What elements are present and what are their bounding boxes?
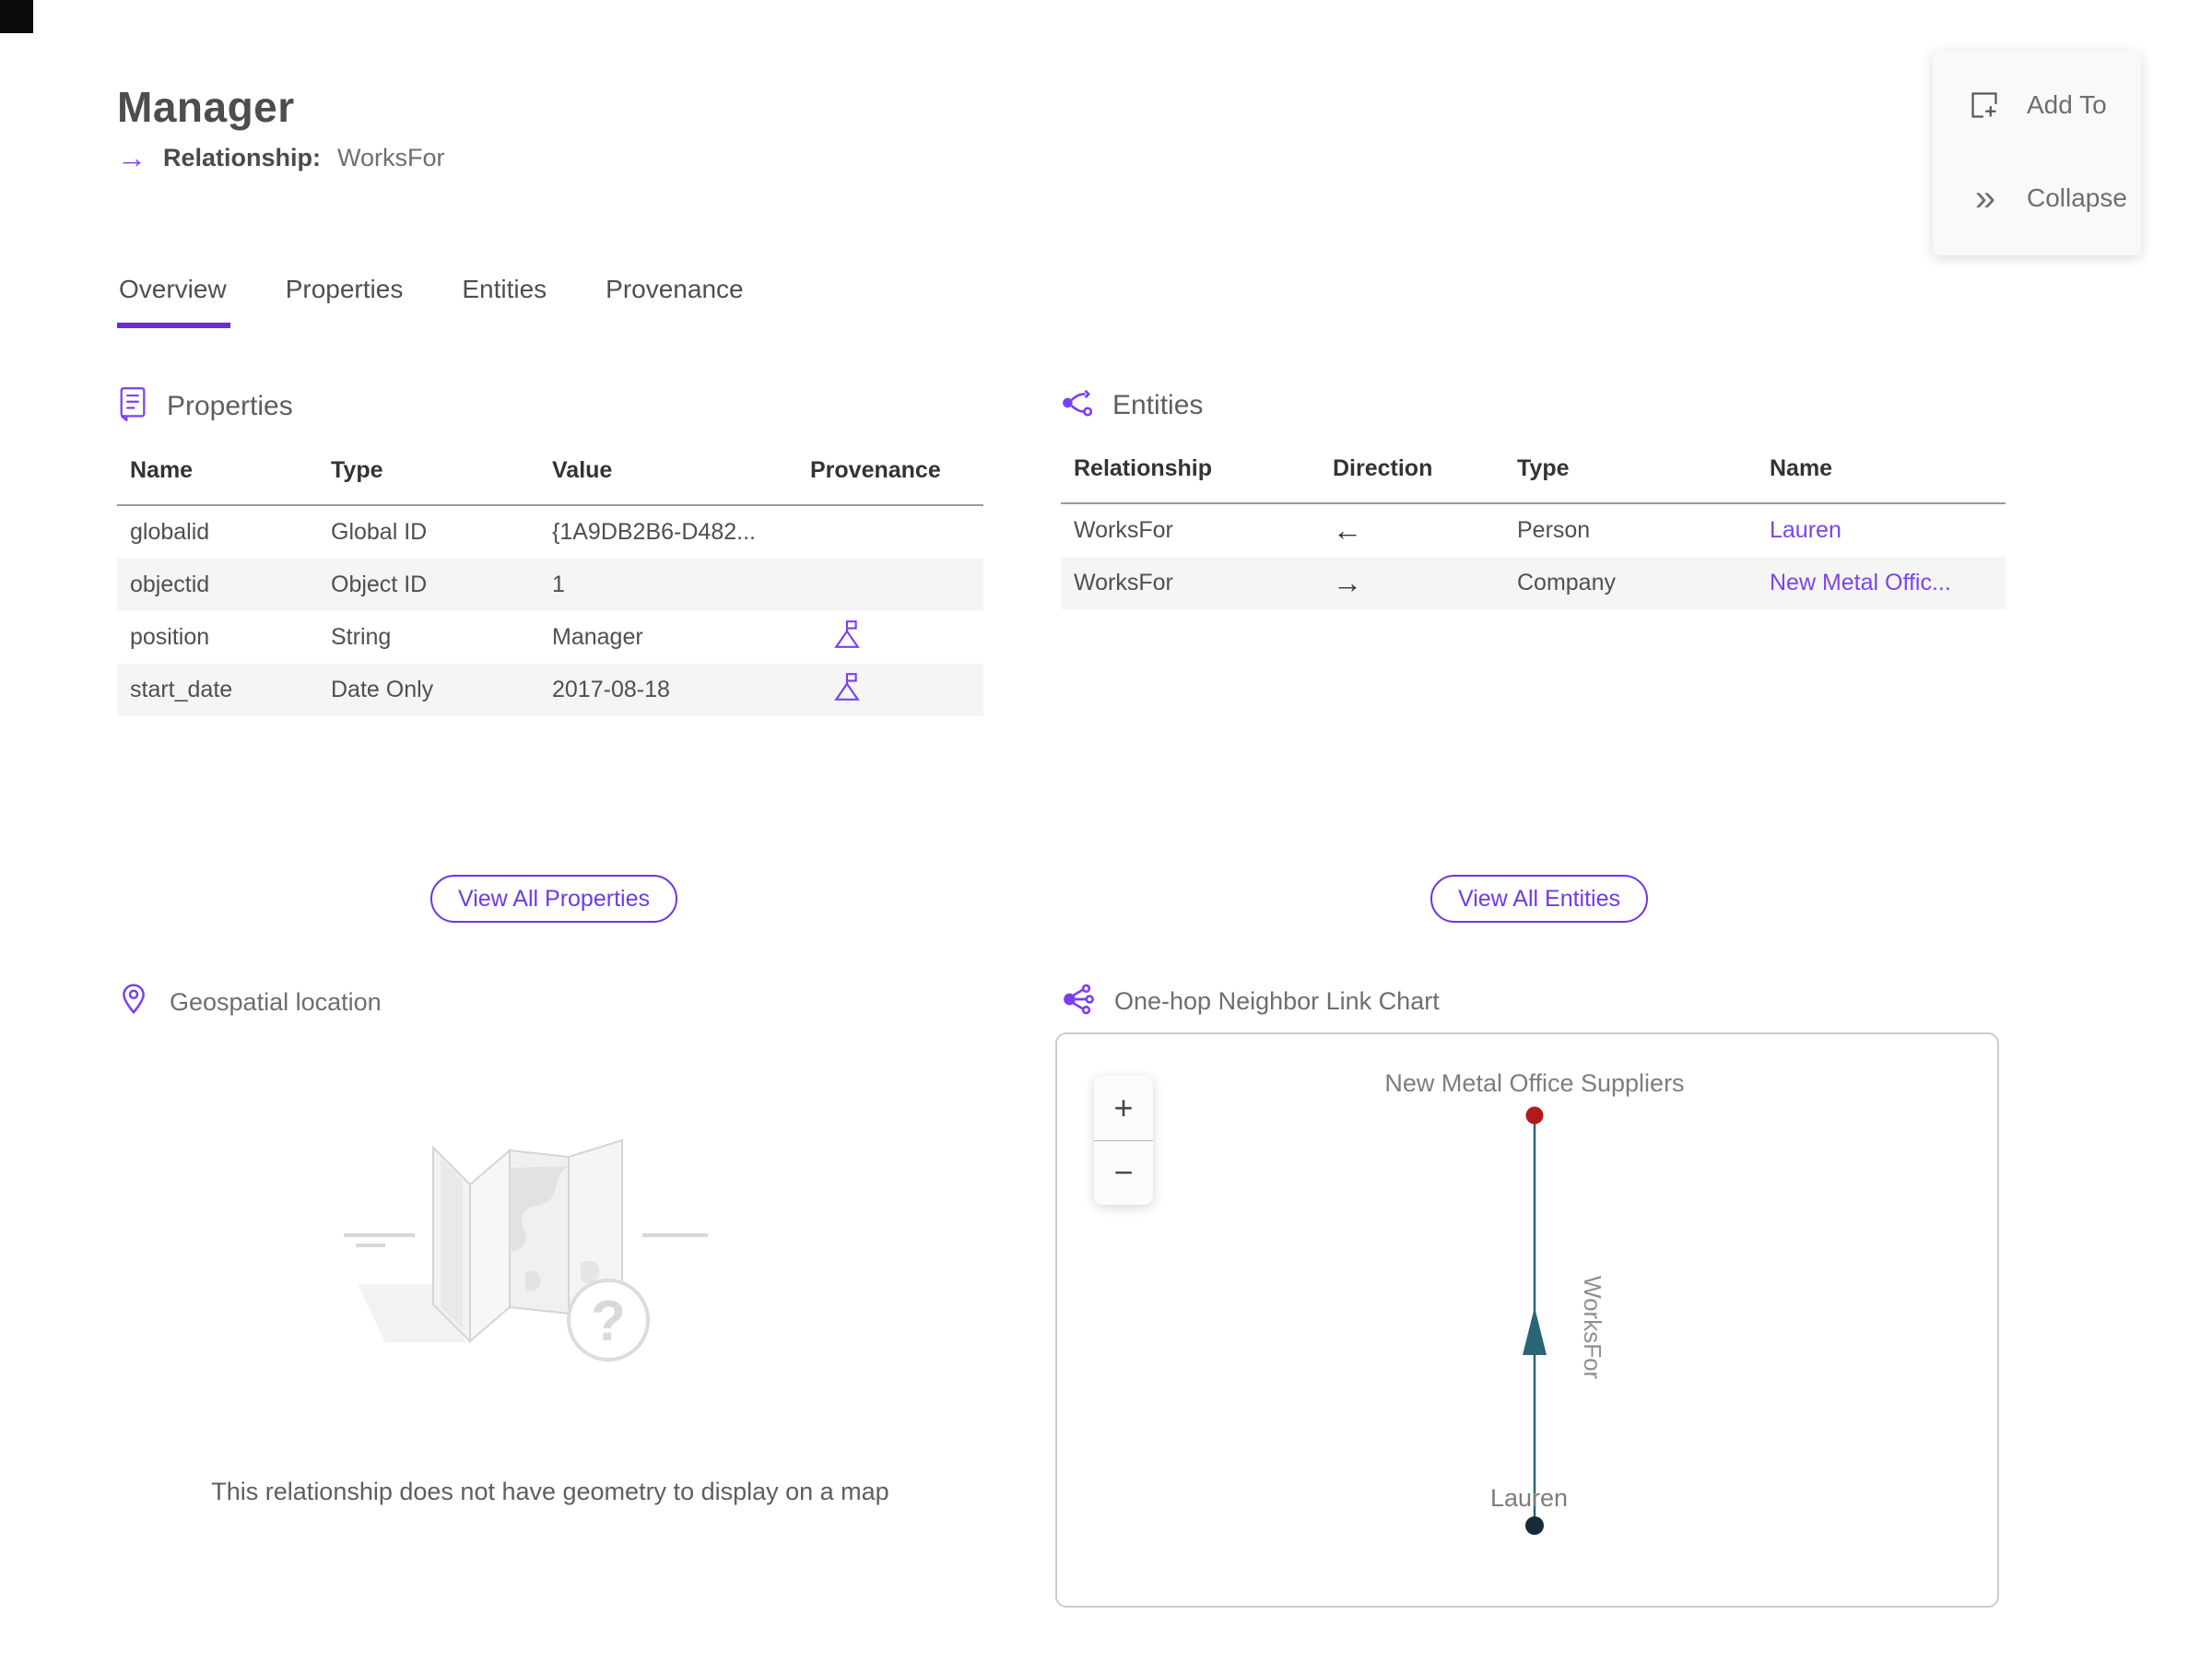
corner-square	[0, 0, 33, 33]
tab-provenance[interactable]: Provenance	[604, 275, 747, 328]
geospatial-empty-message: This relationship does not have geometry…	[211, 1478, 889, 1505]
entity-relationship: WorksFor	[1074, 570, 1173, 595]
entities-heading: Entities	[1061, 386, 2006, 424]
person-node-label: Lauren	[1490, 1484, 1568, 1512]
col-header-direction: Direction	[1333, 455, 1433, 481]
company-node[interactable]	[1525, 1106, 1544, 1125]
property-type: String	[331, 624, 392, 650]
provenance-flag-icon[interactable]	[834, 672, 860, 708]
table-row[interactable]: WorksFor → Company New Metal Offic...	[1061, 557, 2006, 609]
zoom-out-button[interactable]: −	[1094, 1141, 1153, 1206]
property-type: Global ID	[331, 519, 428, 545]
entity-relationship: WorksFor	[1074, 517, 1173, 543]
link-chart-icon	[1061, 983, 1096, 1020]
entities-table-header: Relationship Direction Type Name	[1061, 455, 2006, 504]
col-header-relationship: Relationship	[1074, 455, 1213, 481]
property-value: 1	[552, 572, 565, 597]
tab-bar: Overview Properties Entities Provenance	[117, 275, 747, 328]
col-header-value: Value	[552, 457, 613, 483]
page-title: Manager	[117, 82, 295, 131]
properties-section: Properties Name Type Value Provenance gl…	[117, 386, 983, 716]
col-header-type: Type	[331, 457, 383, 483]
view-all-properties-button[interactable]: View All Properties	[430, 875, 677, 923]
properties-icon	[117, 386, 148, 426]
table-row[interactable]: start_date Date Only 2017-08-18	[117, 664, 983, 716]
property-type: Date Only	[331, 677, 434, 702]
entities-icon	[1061, 386, 1094, 424]
entities-section: Entities Relationship Direction Type Nam…	[1061, 386, 2006, 609]
tab-entities[interactable]: Entities	[460, 275, 550, 328]
zoom-control: + −	[1094, 1076, 1153, 1205]
person-node[interactable]	[1525, 1516, 1544, 1535]
relationship-details-page: Manager → Relationship: WorksFor Add To …	[0, 0, 2212, 1674]
collapse-label: Collapse	[2027, 183, 2127, 212]
collapse-button[interactable]: » Collapse	[1933, 179, 2141, 218]
tab-overview[interactable]: Overview	[117, 275, 230, 328]
entity-direction-arrow-icon: →	[1333, 566, 1362, 599]
provenance-flag-icon[interactable]	[834, 619, 860, 655]
geospatial-heading: Geospatial location	[120, 983, 382, 1022]
entities-heading-label: Entities	[1112, 389, 1204, 420]
table-row[interactable]: globalid Global ID {1A9DB2B6-D482...	[117, 506, 983, 559]
entity-direction-arrow-icon: ←	[1333, 513, 1362, 547]
tab-properties[interactable]: Properties	[284, 275, 407, 328]
entity-name-link[interactable]: New Metal Offic...	[1757, 570, 2006, 596]
add-to-icon	[1966, 89, 2003, 121]
property-value: {1A9DB2B6-D482...	[552, 519, 756, 545]
properties-heading: Properties	[117, 386, 983, 426]
view-all-entities-button[interactable]: View All Entities	[1430, 875, 1649, 923]
add-to-label: Add To	[2027, 90, 2107, 119]
entity-type: Company	[1517, 570, 1616, 595]
properties-table: Name Type Value Provenance globalid Glob…	[117, 457, 983, 716]
actions-panel: Add To » Collapse	[1933, 51, 2141, 255]
company-node-label: New Metal Office Suppliers	[1384, 1069, 1684, 1097]
map-placeholder-illustration: ?	[304, 1079, 820, 1470]
col-header-name: Name	[1770, 455, 1833, 481]
col-header-provenance: Provenance	[810, 457, 941, 483]
properties-heading-label: Properties	[167, 390, 293, 421]
add-to-button[interactable]: Add To	[1933, 88, 2141, 122]
link-chart-heading-label: One-hop Neighbor Link Chart	[1114, 987, 1440, 1015]
geospatial-heading-label: Geospatial location	[170, 988, 382, 1016]
property-value: Manager	[552, 624, 643, 650]
table-row[interactable]: WorksFor ← Person Lauren	[1061, 504, 2006, 557]
col-header-type: Type	[1517, 455, 1570, 481]
properties-table-body: globalid Global ID {1A9DB2B6-D482... obj…	[117, 506, 983, 716]
property-type: Object ID	[331, 572, 428, 597]
link-chart-heading: One-hop Neighbor Link Chart	[1061, 983, 1440, 1020]
properties-table-header: Name Type Value Provenance	[117, 457, 983, 506]
entity-name-link[interactable]: Lauren	[1757, 517, 2006, 544]
edge-arrowhead-icon	[1523, 1307, 1547, 1355]
entities-table: Relationship Direction Type Name WorksFo…	[1061, 455, 2006, 609]
entities-table-body: WorksFor ← Person Lauren WorksFor → Comp…	[1061, 504, 2006, 609]
collapse-icon: »	[1974, 178, 1995, 218]
table-row[interactable]: objectid Object ID 1	[117, 559, 983, 611]
question-mark-glyph: ?	[591, 1290, 626, 1353]
col-header-name: Name	[130, 457, 194, 483]
table-row[interactable]: position String Manager	[117, 611, 983, 664]
breadcrumb: → Relationship: WorksFor	[117, 143, 445, 172]
map-pin-icon	[120, 983, 147, 1022]
edge-label: WorksFor	[1579, 1276, 1606, 1380]
property-name: globalid	[130, 519, 210, 545]
entity-type: Person	[1517, 517, 1591, 543]
relationship-arrow-icon: →	[117, 141, 147, 174]
relationship-label: Relationship:	[163, 143, 322, 171]
relationship-type-value: WorksFor	[337, 143, 445, 171]
property-value: 2017-08-18	[552, 677, 670, 702]
property-name: start_date	[130, 677, 233, 702]
link-chart-panel[interactable]: WorksFor New Metal Office Suppliers Laur…	[1055, 1032, 1999, 1608]
property-name: objectid	[130, 572, 210, 597]
property-name: position	[130, 624, 210, 650]
zoom-in-button[interactable]: +	[1094, 1076, 1153, 1141]
